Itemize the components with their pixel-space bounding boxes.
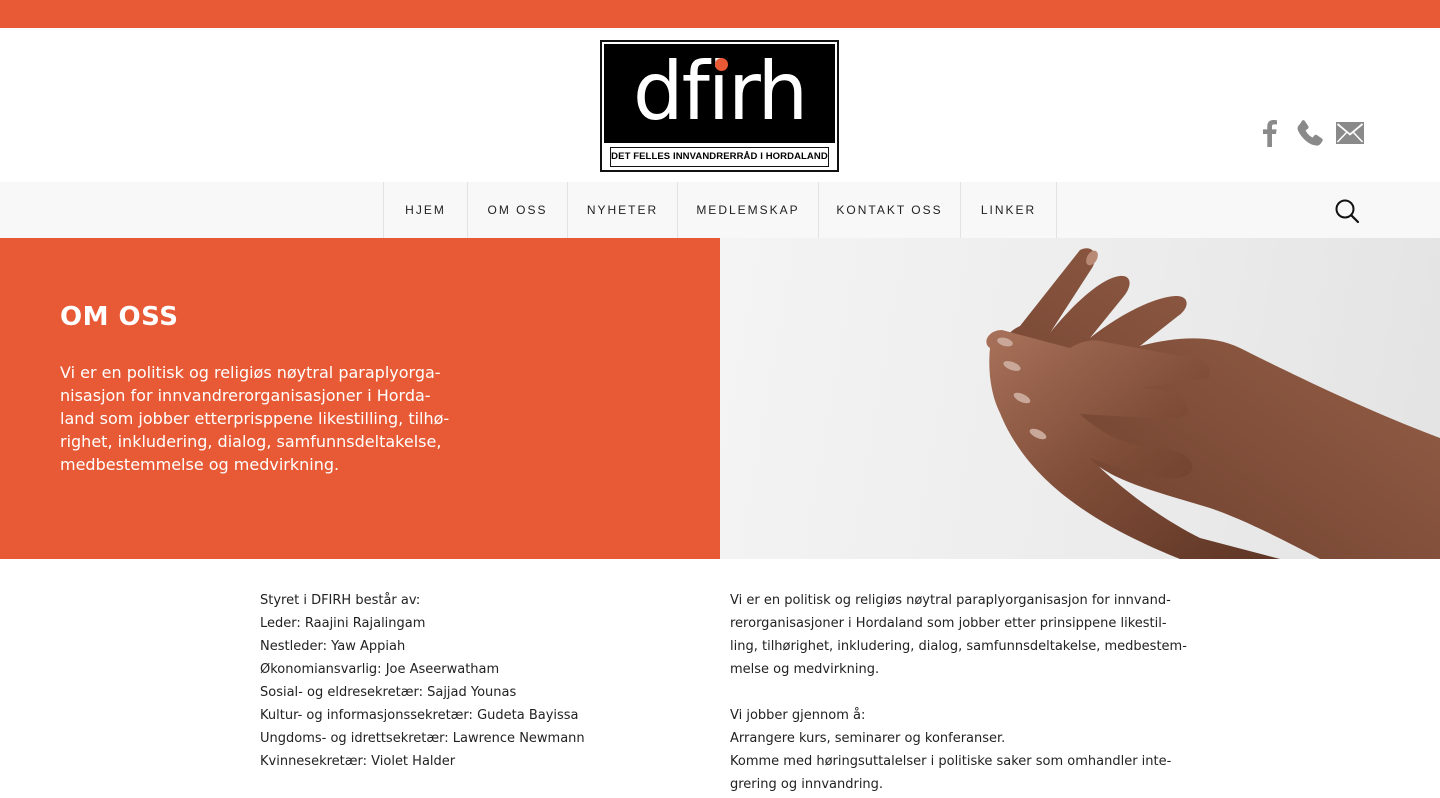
about-line: Komme med høringsuttalelser i politiske … bbox=[730, 754, 1172, 769]
board-member: Økonomiansvarlig: Joe Aseerwatham bbox=[260, 662, 500, 677]
hero-description: Vi er en politisk og religiøs nøytral pa… bbox=[60, 361, 470, 476]
about-line: rerorganisasjoner i Hordaland som jobber… bbox=[730, 616, 1167, 631]
hero-text-panel: OM OSS Vi er en politisk og religiøs nøy… bbox=[0, 238, 720, 559]
about-line: ling, tilhørighet, inkludering, dialog, … bbox=[730, 639, 1187, 654]
logo-dark-panel: dfirh bbox=[604, 44, 835, 143]
board-member: Ungdoms- og idrettsekretær: Lawrence New… bbox=[260, 731, 585, 746]
page-title: OM OSS bbox=[60, 302, 179, 332]
hands-photo bbox=[720, 238, 1440, 559]
hero-line: nisasjon for innvandrerorganisasjoner i … bbox=[60, 386, 431, 405]
about-line: grering og innvandring. bbox=[730, 777, 884, 792]
about-line: Vi jobber gjennom å: bbox=[730, 708, 866, 723]
hero-line: righet, inkludering, dialog, samfunnsdel… bbox=[60, 432, 442, 451]
site-logo[interactable]: dfirh DET FELLES INNVANDRERRÅD I HORDALA… bbox=[600, 40, 839, 172]
top-accent-bar bbox=[0, 0, 1440, 28]
main-navigation: HJEM OM OSS NYHETER MEDLEMSKAP KONTAKT O… bbox=[0, 182, 1440, 239]
nav-item-om-oss[interactable]: OM OSS bbox=[468, 182, 568, 238]
board-members: Styret i DFIRH består av: Leder: Raajini… bbox=[260, 589, 680, 773]
facebook-icon[interactable] bbox=[1258, 116, 1282, 150]
nav-item-linker[interactable]: LINKER bbox=[961, 182, 1057, 238]
nav-item-kontakt-oss[interactable]: KONTAKT OSS bbox=[819, 182, 961, 238]
nav-menu: HJEM OM OSS NYHETER MEDLEMSKAP KONTAKT O… bbox=[383, 182, 1057, 238]
hero-section: OM OSS Vi er en politisk og religiøs nøy… bbox=[0, 238, 1440, 559]
phone-icon[interactable] bbox=[1294, 116, 1326, 150]
site-header: dfirh DET FELLES INNVANDRERRÅD I HORDALA… bbox=[0, 28, 1440, 182]
search-icon[interactable] bbox=[1334, 198, 1360, 224]
board-member: Sosial- og eldresekretær: Sajjad Younas bbox=[260, 685, 517, 700]
about-line: Arrangere kurs, seminarer og konferanser… bbox=[730, 731, 1006, 746]
logo-dot bbox=[715, 58, 728, 71]
nav-item-hjem[interactable]: HJEM bbox=[384, 182, 468, 238]
hero-line: Vi er en politisk og religiøs nøytral pa… bbox=[60, 363, 441, 382]
hero-line: land som jobber etterprisppene likestill… bbox=[60, 409, 450, 428]
board-member: Kvinnesekretær: Violet Halder bbox=[260, 754, 456, 769]
nav-item-medlemskap[interactable]: MEDLEMSKAP bbox=[678, 182, 819, 238]
board-member: Nestleder: Yaw Appiah bbox=[260, 639, 406, 654]
mail-icon[interactable] bbox=[1334, 116, 1366, 150]
about-text: Vi er en politisk og religiøs nøytral pa… bbox=[730, 589, 1190, 796]
about-line: melse og medvirkning. bbox=[730, 662, 880, 677]
board-member: Kultur- og informasjonssekretær: Gudeta … bbox=[260, 708, 579, 723]
nav-item-nyheter[interactable]: NYHETER bbox=[568, 182, 678, 238]
board-member: Leder: Raajini Rajalingam bbox=[260, 616, 426, 631]
board-heading: Styret i DFIRH består av: bbox=[260, 593, 421, 608]
about-line: Vi er en politisk og religiøs nøytral pa… bbox=[730, 593, 1171, 608]
logo-subtitle: DET FELLES INNVANDRERRÅD I HORDALAND bbox=[610, 147, 829, 167]
hero-line: medbestemmelse og medvirkning. bbox=[60, 455, 340, 474]
